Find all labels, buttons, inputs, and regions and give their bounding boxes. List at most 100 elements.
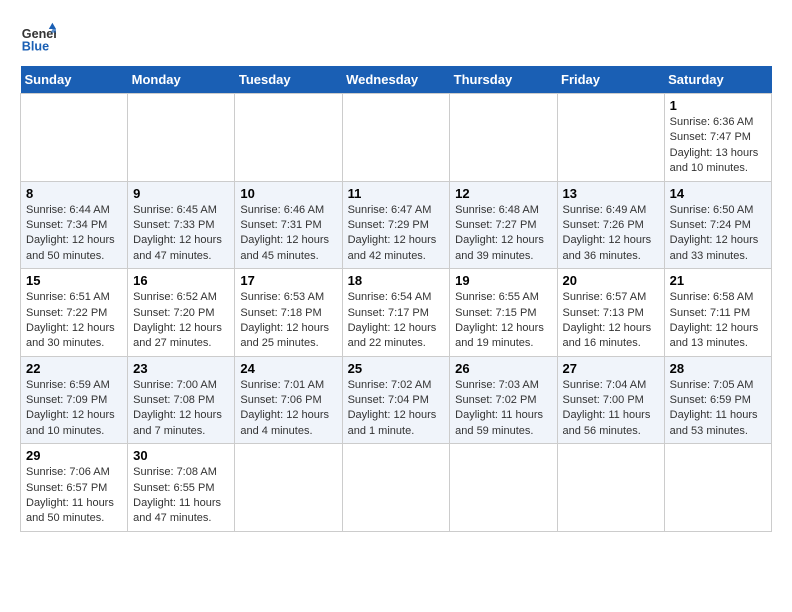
day-number: 22 (26, 361, 122, 376)
day-info: Sunrise: 6:53 AM Sunset: 7:18 PM Dayligh… (240, 290, 336, 352)
day-cell-10: 10 Sunrise: 6:46 AM Sunset: 7:31 PM Dayli… (235, 181, 342, 269)
col-header-wednesday: Wednesday (342, 66, 450, 94)
day-cell-30: 30 Sunrise: 7:08 AM Sunset: 6:55 PM Dayli… (128, 444, 235, 532)
page-header: General Blue (20, 20, 772, 56)
day-cell-18: 18 Sunrise: 6:54 AM Sunset: 7:17 PM Dayli… (342, 269, 450, 357)
empty-cell (557, 444, 664, 532)
logo-icon: General Blue (20, 20, 56, 56)
day-number: 20 (563, 273, 659, 288)
empty-cell (235, 94, 342, 182)
day-info: Sunrise: 7:03 AM Sunset: 7:02 PM Dayligh… (455, 378, 551, 440)
day-info: Sunrise: 6:54 AM Sunset: 7:17 PM Dayligh… (348, 290, 445, 352)
day-info: Sunrise: 6:58 AM Sunset: 7:11 PM Dayligh… (670, 290, 766, 352)
day-number: 15 (26, 273, 122, 288)
col-header-monday: Monday (128, 66, 235, 94)
day-cell-12: 12 Sunrise: 6:48 AM Sunset: 7:27 PM Dayli… (450, 181, 557, 269)
day-info: Sunrise: 6:49 AM Sunset: 7:26 PM Dayligh… (563, 203, 659, 265)
day-number: 23 (133, 361, 229, 376)
empty-cell (450, 94, 557, 182)
empty-cell (664, 444, 771, 532)
day-number: 24 (240, 361, 336, 376)
col-header-saturday: Saturday (664, 66, 771, 94)
day-cell-15: 15 Sunrise: 6:51 AM Sunset: 7:22 PM Dayli… (21, 269, 128, 357)
day-number: 25 (348, 361, 445, 376)
day-info: Sunrise: 6:55 AM Sunset: 7:15 PM Dayligh… (455, 290, 551, 352)
day-cell-20: 20 Sunrise: 6:57 AM Sunset: 7:13 PM Dayli… (557, 269, 664, 357)
day-cell-19: 19 Sunrise: 6:55 AM Sunset: 7:15 PM Dayli… (450, 269, 557, 357)
col-header-tuesday: Tuesday (235, 66, 342, 94)
day-number: 9 (133, 186, 229, 201)
day-info: Sunrise: 6:36 AM Sunset: 7:47 PM Dayligh… (670, 115, 766, 177)
day-cell-13: 13 Sunrise: 6:49 AM Sunset: 7:26 PM Dayli… (557, 181, 664, 269)
calendar-week-2: 8 Sunrise: 6:44 AM Sunset: 7:34 PM Daylig… (21, 181, 772, 269)
day-info: Sunrise: 7:00 AM Sunset: 7:08 PM Dayligh… (133, 378, 229, 440)
day-info: Sunrise: 7:08 AM Sunset: 6:55 PM Dayligh… (133, 465, 229, 527)
day-number: 18 (348, 273, 445, 288)
day-number: 14 (670, 186, 766, 201)
day-cell-16: 16 Sunrise: 6:52 AM Sunset: 7:20 PM Dayli… (128, 269, 235, 357)
calendar-table: SundayMondayTuesdayWednesdayThursdayFrid… (20, 66, 772, 532)
col-header-thursday: Thursday (450, 66, 557, 94)
day-cell-28: 28 Sunrise: 7:05 AM Sunset: 6:59 PM Dayli… (664, 356, 771, 444)
day-info: Sunrise: 6:50 AM Sunset: 7:24 PM Dayligh… (670, 203, 766, 265)
day-number: 16 (133, 273, 229, 288)
calendar-week-3: 15 Sunrise: 6:51 AM Sunset: 7:22 PM Dayli… (21, 269, 772, 357)
svg-text:Blue: Blue (22, 40, 49, 54)
empty-cell (450, 444, 557, 532)
day-number: 21 (670, 273, 766, 288)
day-info: Sunrise: 7:02 AM Sunset: 7:04 PM Dayligh… (348, 378, 445, 440)
day-cell-29: 29 Sunrise: 7:06 AM Sunset: 6:57 PM Dayli… (21, 444, 128, 532)
col-header-friday: Friday (557, 66, 664, 94)
day-cell-11: 11Sunrise: 6:47 AM Sunset: 7:29 PM Dayli… (342, 181, 450, 269)
day-info: Sunrise: 7:01 AM Sunset: 7:06 PM Dayligh… (240, 378, 336, 440)
day-info: Sunrise: 6:59 AM Sunset: 7:09 PM Dayligh… (26, 378, 122, 440)
day-cell-9: 9 Sunrise: 6:45 AM Sunset: 7:33 PM Daylig… (128, 181, 235, 269)
day-cell-21: 21 Sunrise: 6:58 AM Sunset: 7:11 PM Dayli… (664, 269, 771, 357)
day-number: 30 (133, 448, 229, 463)
empty-cell (342, 444, 450, 532)
day-number: 26 (455, 361, 551, 376)
day-number: 28 (670, 361, 766, 376)
day-info: Sunrise: 6:51 AM Sunset: 7:22 PM Dayligh… (26, 290, 122, 352)
day-number: 8 (26, 186, 122, 201)
day-cell-1: 1 Sunrise: 6:36 AM Sunset: 7:47 PM Daylig… (664, 94, 771, 182)
header-row: SundayMondayTuesdayWednesdayThursdayFrid… (21, 66, 772, 94)
day-number: 12 (455, 186, 551, 201)
day-info: Sunrise: 6:48 AM Sunset: 7:27 PM Dayligh… (455, 203, 551, 265)
day-cell-17: 17 Sunrise: 6:53 AM Sunset: 7:18 PM Dayli… (235, 269, 342, 357)
day-info: Sunrise: 7:04 AM Sunset: 7:00 PM Dayligh… (563, 378, 659, 440)
day-info: Sunrise: 6:44 AM Sunset: 7:34 PM Dayligh… (26, 203, 122, 265)
day-info: Sunrise: 6:47 AM Sunset: 7:29 PM Dayligh… (348, 203, 445, 265)
day-cell-22: 22 Sunrise: 6:59 AM Sunset: 7:09 PM Dayli… (21, 356, 128, 444)
day-number: 13 (563, 186, 659, 201)
day-number: 1 (670, 98, 766, 113)
day-info: Sunrise: 7:05 AM Sunset: 6:59 PM Dayligh… (670, 378, 766, 440)
day-info: Sunrise: 6:45 AM Sunset: 7:33 PM Dayligh… (133, 203, 229, 265)
day-number: 27 (563, 361, 659, 376)
col-header-sunday: Sunday (21, 66, 128, 94)
day-cell-25: 25 Sunrise: 7:02 AM Sunset: 7:04 PM Dayli… (342, 356, 450, 444)
empty-cell (557, 94, 664, 182)
calendar-week-5: 29 Sunrise: 7:06 AM Sunset: 6:57 PM Dayli… (21, 444, 772, 532)
day-cell-26: 26 Sunrise: 7:03 AM Sunset: 7:02 PM Dayli… (450, 356, 557, 444)
day-info: Sunrise: 6:57 AM Sunset: 7:13 PM Dayligh… (563, 290, 659, 352)
day-info: Sunrise: 7:06 AM Sunset: 6:57 PM Dayligh… (26, 465, 122, 527)
calendar-week-4: 22 Sunrise: 6:59 AM Sunset: 7:09 PM Dayli… (21, 356, 772, 444)
day-cell-8: 8 Sunrise: 6:44 AM Sunset: 7:34 PM Daylig… (21, 181, 128, 269)
empty-cell (128, 94, 235, 182)
empty-cell (21, 94, 128, 182)
empty-cell (342, 94, 450, 182)
day-cell-24: 24 Sunrise: 7:01 AM Sunset: 7:06 PM Dayli… (235, 356, 342, 444)
day-number: 17 (240, 273, 336, 288)
day-cell-23: 23 Sunrise: 7:00 AM Sunset: 7:08 PM Dayli… (128, 356, 235, 444)
logo: General Blue (20, 20, 60, 56)
day-cell-27: 27 Sunrise: 7:04 AM Sunset: 7:00 PM Dayli… (557, 356, 664, 444)
day-info: Sunrise: 6:52 AM Sunset: 7:20 PM Dayligh… (133, 290, 229, 352)
day-info: Sunrise: 6:46 AM Sunset: 7:31 PM Dayligh… (240, 203, 336, 265)
day-number: 19 (455, 273, 551, 288)
calendar-week-1: 1 Sunrise: 6:36 AM Sunset: 7:47 PM Daylig… (21, 94, 772, 182)
day-cell-14: 14 Sunrise: 6:50 AM Sunset: 7:24 PM Dayli… (664, 181, 771, 269)
empty-cell (235, 444, 342, 532)
day-number: 29 (26, 448, 122, 463)
day-number: 10 (240, 186, 336, 201)
